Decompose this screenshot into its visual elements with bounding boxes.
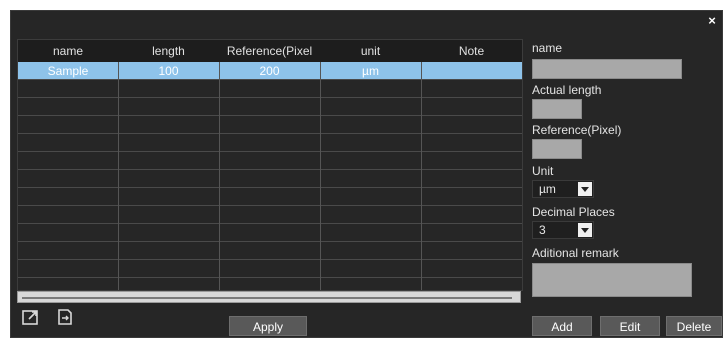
scrollbar-thumb[interactable]	[22, 297, 512, 299]
decimal-places-label: Decimal Places	[532, 205, 615, 219]
column-header-name[interactable]: name	[18, 40, 118, 62]
apply-button[interactable]: Apply	[229, 316, 307, 336]
table-row-empty[interactable]	[18, 188, 522, 206]
column-divider	[219, 62, 220, 290]
actual-length-label: Actual length	[532, 83, 602, 97]
close-icon[interactable]: ×	[705, 14, 719, 28]
table-row-empty[interactable]	[18, 260, 522, 278]
add-button[interactable]: Add	[532, 316, 592, 336]
export-icon[interactable]	[55, 307, 75, 327]
reference-pixel-field[interactable]	[532, 139, 582, 159]
edit-button[interactable]: Edit	[600, 316, 660, 336]
unit-select[interactable]: µm	[532, 180, 594, 198]
table-row-empty[interactable]	[18, 224, 522, 242]
unit-label: Unit	[532, 164, 554, 178]
table-row[interactable]: Sample 100 200 µm	[18, 62, 522, 80]
cell-reference: 200	[259, 64, 280, 78]
import-icon[interactable]	[21, 307, 41, 327]
reference-pixel-label: Reference(Pixel)	[532, 123, 622, 137]
decimal-places-value: 3	[539, 223, 546, 237]
decimal-places-select[interactable]: 3	[532, 221, 594, 239]
cell-name: Sample	[47, 64, 89, 78]
actual-length-field[interactable]	[532, 99, 582, 119]
table-row-empty[interactable]	[18, 206, 522, 224]
horizontal-scrollbar[interactable]	[17, 291, 521, 303]
column-header-length[interactable]: length	[118, 40, 219, 62]
title-bar: ×	[11, 11, 722, 33]
column-header-reference[interactable]: Reference(Pixel	[219, 40, 320, 62]
cell-unit: µm	[362, 64, 379, 78]
table-row-empty[interactable]	[18, 80, 522, 98]
cell-length: 100	[158, 64, 179, 78]
table-row-empty[interactable]	[18, 98, 522, 116]
column-divider	[421, 62, 422, 290]
chevron-down-icon	[578, 223, 592, 237]
table-row-empty[interactable]	[18, 116, 522, 134]
table-row-empty[interactable]	[18, 152, 522, 170]
table-header: name length Reference(Pixel unit Note	[18, 40, 522, 62]
calibration-dialog: × name length Reference(Pixel unit Note …	[10, 10, 723, 338]
additional-remark-label: Aditional remark	[532, 246, 619, 260]
additional-remark-field[interactable]	[532, 263, 692, 297]
column-divider	[320, 62, 321, 290]
column-header-note[interactable]: Note	[421, 40, 522, 62]
name-label: name	[532, 41, 563, 55]
table-row-empty[interactable]	[18, 170, 522, 188]
unit-select-value: µm	[539, 182, 556, 196]
calibration-table: name length Reference(Pixel unit Note Sa…	[17, 39, 523, 291]
name-field[interactable]	[532, 59, 682, 79]
chevron-down-icon	[578, 182, 592, 196]
delete-button[interactable]: Delete	[666, 316, 722, 336]
table-row-empty[interactable]	[18, 242, 522, 260]
column-header-unit[interactable]: unit	[320, 40, 421, 62]
table-row-empty[interactable]	[18, 134, 522, 152]
cell-note	[421, 62, 522, 80]
column-divider	[118, 62, 119, 290]
